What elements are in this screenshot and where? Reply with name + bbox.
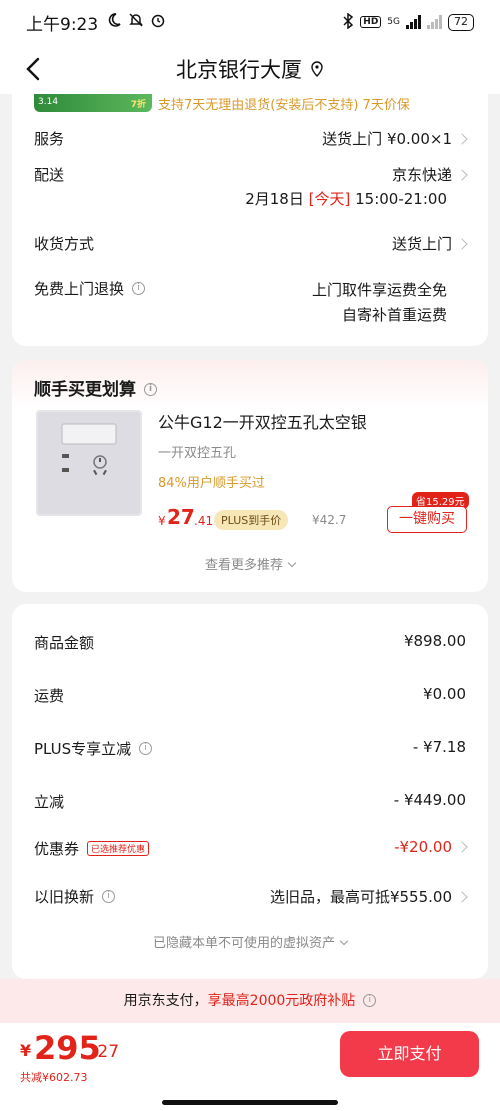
total-discount: 共减¥602.73 bbox=[20, 1071, 88, 1084]
service-label: 服务 bbox=[34, 130, 65, 148]
chevron-right-icon bbox=[456, 168, 468, 181]
info-icon[interactable]: i bbox=[139, 742, 153, 755]
shipping-fee-value: ¥0.00 bbox=[423, 685, 466, 703]
subsidy-prefix: 用京东支付， bbox=[123, 993, 208, 1009]
status-bar: 上午9:23 HD 5G 72 bbox=[0, 0, 500, 44]
product-spec: 一开双控五孔 bbox=[158, 446, 237, 461]
shipping-label: 配送 bbox=[34, 166, 65, 184]
promo-banner-image: 3.14 7折 bbox=[34, 94, 152, 112]
chevron-right-icon bbox=[456, 237, 468, 250]
chevron-down-icon bbox=[339, 936, 349, 946]
net-label: 5G bbox=[387, 17, 400, 27]
chevron-right-icon bbox=[456, 890, 468, 903]
receive-value: 送货上门 bbox=[391, 235, 452, 253]
goods-amount-label: 商品金额 bbox=[34, 634, 95, 652]
coupon-value: -¥20.00 bbox=[394, 838, 452, 856]
price-decimal: .41 bbox=[194, 514, 214, 528]
free-return-label: 免费上门退换 bbox=[34, 280, 125, 298]
summary-row-shipping-fee: 运费 ¥0.00 bbox=[34, 685, 466, 706]
shipping-today: [今天] bbox=[308, 190, 351, 208]
plus-discount-value: - ¥7.18 bbox=[412, 738, 466, 756]
summary-row-instant-discount: 立减 - ¥449.00 bbox=[34, 791, 466, 812]
bluetooth-icon bbox=[342, 12, 354, 32]
info-icon[interactable]: i bbox=[132, 282, 146, 295]
nav-bar: 北京银行大厦 bbox=[0, 44, 500, 94]
addon-recommend-card: 顺手买更划算 i 公牛G12一开双控五孔太空银 一开双控五孔 84%用户顺手买过 … bbox=[12, 360, 488, 592]
price-integer: 27 bbox=[167, 505, 195, 529]
hd-badge: HD bbox=[360, 16, 382, 28]
signal-icon bbox=[406, 15, 421, 29]
instant-discount-label: 立减 bbox=[34, 793, 65, 811]
free-return-value-2: 自寄补首重运费 bbox=[341, 306, 447, 324]
shipping-fee-label: 运费 bbox=[34, 687, 65, 705]
status-time: 上午9:23 bbox=[26, 14, 99, 35]
receive-method-row[interactable]: 收货方式 送货上门 bbox=[34, 233, 468, 254]
product-image[interactable] bbox=[36, 410, 142, 516]
chevron-right-icon bbox=[456, 132, 468, 145]
free-return-value-1: 上门取件享运费全免 bbox=[311, 281, 447, 299]
order-summary-card: 商品金额 ¥898.00 运费 ¥0.00 PLUS专享立减 i - ¥7.18 … bbox=[12, 604, 488, 979]
back-icon[interactable] bbox=[20, 54, 50, 84]
summary-row-trade-in[interactable]: 以旧换新 i 选旧品，最高可抵¥555.00 bbox=[34, 886, 468, 907]
summary-row-coupon[interactable]: 优惠券 已选推荐优惠 -¥20.00 bbox=[34, 838, 468, 859]
promo-text: 支持7天无理由退货(安装后不支持) 7天价保 bbox=[158, 98, 410, 113]
product-name[interactable]: 公牛G12一开双控五孔太空银 bbox=[158, 409, 367, 433]
shipping-value: 京东快递 bbox=[391, 166, 452, 184]
one-click-buy-button[interactable]: 一键购买 bbox=[387, 506, 467, 533]
alarm-icon bbox=[150, 12, 166, 33]
summary-row-plus-discount: PLUS专享立减 i - ¥7.18 bbox=[34, 738, 466, 759]
plus-discount-label: PLUS专享立减 bbox=[34, 740, 132, 758]
bell-mute-icon bbox=[128, 12, 144, 33]
total-decimal: .27 bbox=[92, 1042, 120, 1062]
location-pin-icon[interactable] bbox=[310, 61, 324, 77]
page-title[interactable]: 北京银行大厦 bbox=[176, 54, 302, 84]
more-recommendations-link[interactable]: 查看更多推荐 bbox=[12, 554, 488, 573]
coupon-label: 优惠券 bbox=[34, 840, 80, 858]
battery-icon: 72 bbox=[448, 13, 474, 31]
addon-title: 顺手买更划算 i bbox=[34, 375, 157, 400]
hidden-assets-toggle[interactable]: 已隐藏本单不可使用的虚拟资产 bbox=[12, 932, 488, 951]
goods-amount-value: ¥898.00 bbox=[403, 632, 466, 650]
checkout-bar: ¥ 295 .27 共减¥602.73 立即支付 bbox=[0, 1023, 500, 1111]
shipping-row[interactable]: 配送 京东快递 bbox=[34, 164, 468, 185]
instant-discount-value: - ¥449.00 bbox=[393, 791, 466, 809]
free-return-row: 免费上门退换 i 上门取件享运费全免 自寄补首重运费 bbox=[34, 278, 466, 328]
subsidy-highlight: 享最高2000元政府补贴 bbox=[207, 993, 356, 1009]
total-integer: 295 bbox=[34, 1029, 101, 1067]
shipping-time: 15:00-21:00 bbox=[355, 190, 447, 208]
trade-in-value: 选旧品，最高可抵¥555.00 bbox=[269, 888, 452, 906]
chevron-down-icon bbox=[287, 558, 297, 568]
gov-subsidy-banner[interactable]: 用京东支付，享最高2000元政府补贴 i bbox=[0, 979, 500, 1023]
info-icon[interactable]: i bbox=[102, 890, 116, 903]
home-indicator[interactable] bbox=[162, 1100, 338, 1105]
shipping-time-row: 2月18日 [今天] 15:00-21:00 bbox=[34, 188, 466, 209]
info-icon[interactable]: i bbox=[363, 993, 377, 1007]
service-value: 送货上门 ¥0.00×1 bbox=[322, 130, 452, 148]
chevron-right-icon bbox=[456, 840, 468, 853]
product-buy-rate: 84%用户顺手买过 bbox=[158, 476, 265, 491]
original-price: ¥42.7 bbox=[312, 513, 347, 527]
info-icon[interactable]: i bbox=[144, 382, 157, 396]
moon-icon bbox=[106, 12, 122, 33]
shipping-date: 2月18日 bbox=[245, 190, 304, 208]
pay-now-button[interactable]: 立即支付 bbox=[340, 1031, 479, 1077]
plus-price-tag: PLUS到手价 bbox=[214, 510, 289, 530]
price-symbol: ¥ bbox=[158, 514, 166, 528]
summary-row-goods-amount: 商品金额 ¥898.00 bbox=[34, 632, 466, 653]
delivery-card: 3.14 7折 支持7天无理由退货(安装后不支持) 7天价保 服务 送货上门 ¥… bbox=[12, 94, 488, 346]
total-symbol: ¥ bbox=[20, 1041, 32, 1060]
receive-label: 收货方式 bbox=[34, 235, 95, 253]
coupon-tag: 已选推荐优惠 bbox=[87, 841, 150, 856]
trade-in-label: 以旧换新 bbox=[34, 888, 95, 906]
signal-icon-secondary bbox=[427, 15, 442, 29]
service-row[interactable]: 服务 送货上门 ¥0.00×1 bbox=[34, 128, 468, 149]
